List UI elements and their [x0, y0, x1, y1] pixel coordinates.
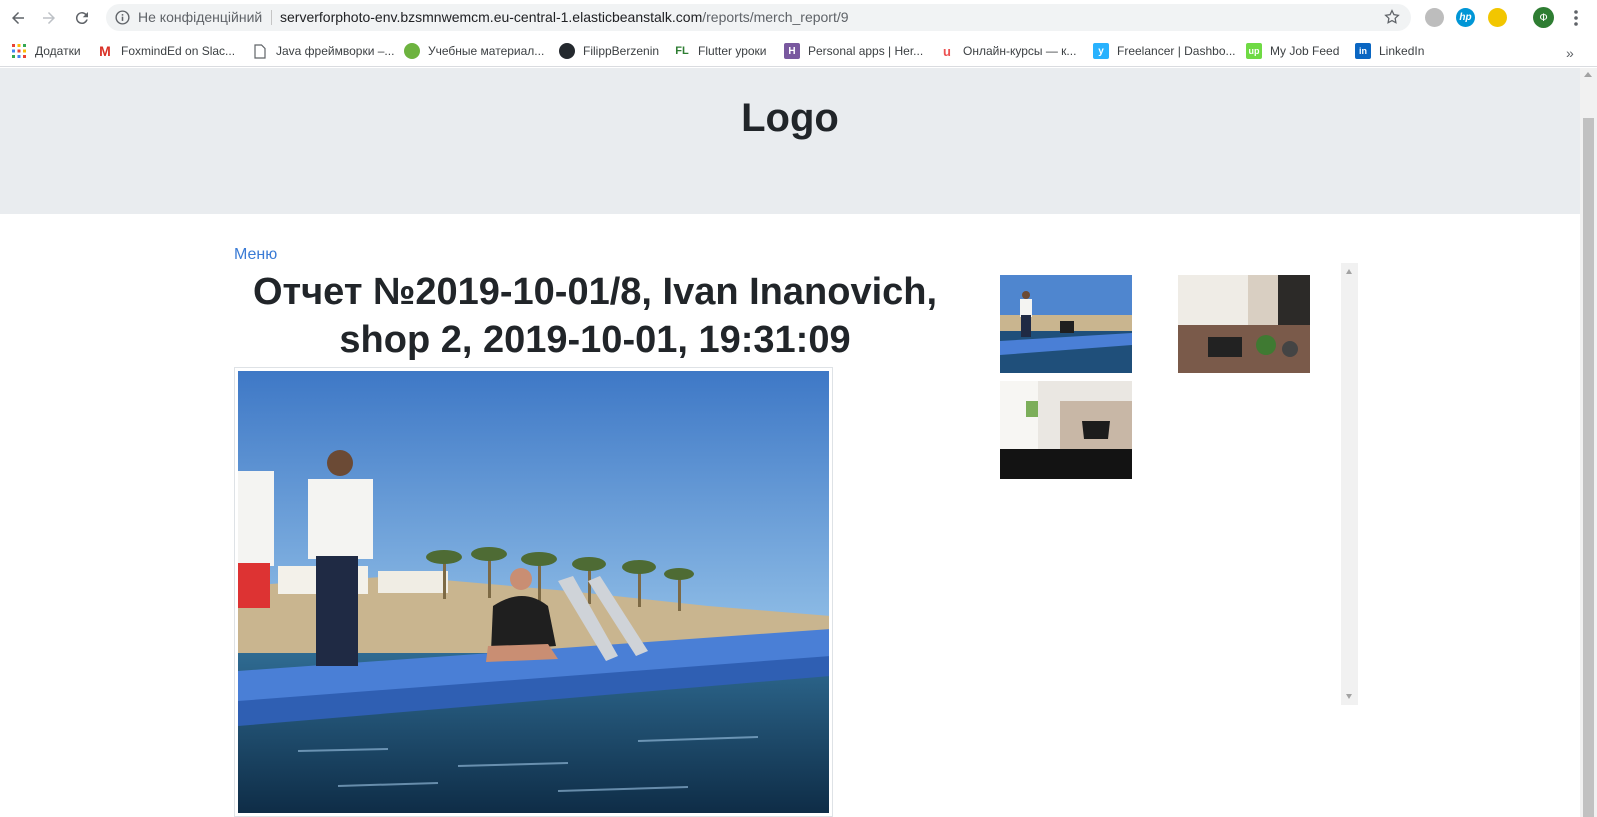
- bookmark-study-materials[interactable]: Учебные материал...: [404, 40, 544, 62]
- bookmark-label: Учебные материал...: [428, 44, 545, 58]
- bookmark-label: Freelancer | Dashbo...: [1117, 44, 1236, 58]
- bookmark-foxminded[interactable]: M FoxmindEd on Slac...: [97, 40, 235, 62]
- info-icon[interactable]: [114, 9, 131, 26]
- menu-link[interactable]: Меню: [234, 246, 277, 264]
- bookmark-label: Онлайн-курсы — к...: [963, 44, 1077, 58]
- gallery-thumbnail[interactable]: [1178, 275, 1310, 373]
- url-text[interactable]: serverforphoto-env.bzsmnwemcm.eu-central…: [280, 9, 849, 25]
- site-header: Logo: [0, 68, 1580, 214]
- linkedin-icon: in: [1355, 43, 1371, 59]
- bookmark-flutter[interactable]: FL Flutter уроки: [674, 40, 767, 62]
- omnibox-divider: [271, 10, 272, 25]
- bookmark-java-frameworks[interactable]: Java фреймворки –...: [252, 40, 394, 62]
- more-bookmarks-button[interactable]: »: [1566, 45, 1574, 61]
- reload-button[interactable]: [70, 6, 94, 30]
- udemy-icon: u: [943, 43, 951, 59]
- arrow-right-icon: [43, 12, 55, 24]
- site-logo: Logo: [741, 96, 839, 140]
- bookmark-online-courses[interactable]: u Онлайн-курсы — к...: [939, 40, 1076, 62]
- hp-extension-icon[interactable]: hp: [1456, 8, 1475, 27]
- yellow-extension-icon[interactable]: [1488, 8, 1507, 27]
- page-icon: [252, 43, 268, 59]
- main-photo-frame: [234, 367, 833, 817]
- bookmark-github[interactable]: FilippBerzenin: [559, 40, 659, 62]
- url-path: /reports/merch_report/9: [702, 9, 849, 25]
- main-photo[interactable]: [238, 371, 829, 813]
- photo-gallery: [993, 263, 1360, 705]
- kebab-menu-icon[interactable]: [1567, 8, 1585, 28]
- bookmark-label: My Job Feed: [1270, 44, 1340, 58]
- scroll-up-arrow-icon[interactable]: [1346, 269, 1352, 274]
- profile-avatar[interactable]: Ф: [1533, 7, 1554, 28]
- fl-icon: FL: [675, 45, 689, 57]
- gmail-icon: M: [99, 43, 111, 59]
- reload-icon: [75, 12, 88, 25]
- heroku-icon: H: [784, 43, 800, 59]
- scroll-up-arrow-icon[interactable]: [1584, 72, 1592, 77]
- scroll-down-arrow-icon[interactable]: [1346, 694, 1352, 699]
- bookmarks-bar: Додатки M FoxmindEd on Slac... Java фрей…: [0, 35, 1597, 67]
- github-icon: [559, 43, 575, 59]
- bookmark-linkedin[interactable]: in LinkedIn: [1355, 40, 1424, 62]
- page-viewport: Logo Меню Отчет №2019-10-01/8, Ivan Inan…: [0, 68, 1597, 817]
- bookmark-label: Java фреймворки –...: [276, 44, 395, 58]
- back-button[interactable]: [6, 6, 30, 30]
- bookmark-label: Додатки: [35, 44, 81, 58]
- upwork-icon: up: [1246, 43, 1262, 59]
- paw-extension-icon[interactable]: [1425, 8, 1444, 27]
- bookmark-label: Personal apps | Her...: [808, 44, 924, 58]
- report-title: Отчет №2019-10-01/8, Ivan Inanovich, sho…: [252, 271, 938, 361]
- bookmark-upwork[interactable]: up My Job Feed: [1246, 40, 1339, 62]
- address-bar[interactable]: Не конфіденційний serverforphoto-env.bzs…: [106, 4, 1411, 31]
- page-scrollbar[interactable]: [1580, 68, 1597, 817]
- apps-grid-icon: [11, 43, 27, 59]
- bookmark-apps[interactable]: Додатки: [11, 40, 81, 62]
- browser-toolbar: Не конфіденційний serverforphoto-env.bzs…: [0, 0, 1597, 35]
- gallery-scrollbar[interactable]: [1341, 263, 1358, 705]
- bookmark-label: Flutter уроки: [698, 44, 767, 58]
- bookmark-label: LinkedIn: [1379, 44, 1425, 58]
- forward-button[interactable]: [37, 6, 61, 30]
- bookmark-label: FilippBerzenin: [583, 44, 660, 58]
- freelancer-icon: y: [1093, 43, 1109, 59]
- arrow-left-icon: [12, 12, 24, 24]
- scrollbar-thumb[interactable]: [1583, 118, 1594, 817]
- bookmark-heroku[interactable]: H Personal apps | Her...: [784, 40, 923, 62]
- gallery-thumbnail[interactable]: [1000, 381, 1132, 479]
- gallery-thumbnail[interactable]: [1000, 275, 1132, 373]
- bookmark-label: FoxmindEd on Slac...: [121, 44, 236, 58]
- url-host: serverforphoto-env.bzsmnwemcm.eu-central…: [280, 9, 703, 25]
- spring-icon: [404, 43, 420, 59]
- security-label[interactable]: Не конфіденційний: [138, 9, 262, 25]
- star-icon[interactable]: [1383, 8, 1401, 26]
- bookmark-freelancer[interactable]: y Freelancer | Dashbo...: [1093, 40, 1236, 62]
